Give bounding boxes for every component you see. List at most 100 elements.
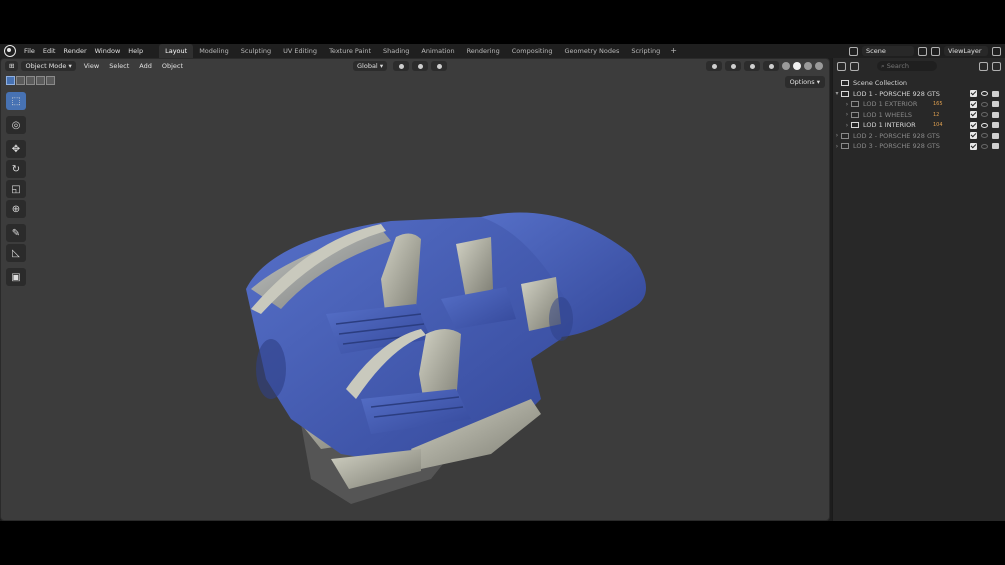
scale-tool-icon[interactable]: ◱ bbox=[6, 180, 26, 198]
collection-row[interactable]: › LOD 2 - PORSCHE 928 GTS bbox=[833, 131, 1005, 142]
add-cube-tool-icon[interactable]: ▣ bbox=[6, 268, 26, 286]
expand-chevron-icon[interactable]: › bbox=[843, 101, 851, 108]
expand-chevron-icon[interactable]: › bbox=[833, 132, 841, 139]
transform-tool-icon[interactable]: ⊕ bbox=[6, 200, 26, 218]
material-shading-icon[interactable] bbox=[804, 62, 812, 70]
expand-chevron-icon[interactable]: › bbox=[833, 143, 841, 150]
view-layer-field[interactable]: ViewLayer bbox=[944, 46, 988, 56]
viewport-shading bbox=[706, 61, 823, 71]
expand-chevron-icon[interactable]: › bbox=[843, 111, 851, 118]
tab-layout[interactable]: Layout bbox=[159, 44, 194, 58]
tab-geometry-nodes[interactable]: Geometry Nodes bbox=[559, 44, 626, 58]
outliner-editor-icon[interactable] bbox=[837, 61, 846, 71]
menu-object[interactable]: Object bbox=[157, 62, 188, 70]
tab-texture-paint[interactable]: Texture Paint bbox=[323, 44, 377, 58]
tab-scripting[interactable]: Scripting bbox=[625, 44, 666, 58]
new-collection-icon[interactable] bbox=[992, 61, 1001, 71]
gizmo-icon[interactable] bbox=[725, 61, 741, 71]
collection-row[interactable]: › LOD 3 - PORSCHE 928 GTS bbox=[833, 141, 1005, 152]
orientation-dropdown[interactable]: Global ▾ bbox=[353, 61, 388, 71]
tab-animation[interactable]: Animation bbox=[415, 44, 460, 58]
tab-sculpting[interactable]: Sculpting bbox=[235, 44, 277, 58]
cursor-tool-icon[interactable]: ◎ bbox=[6, 116, 26, 134]
include-checkbox[interactable] bbox=[970, 142, 977, 150]
pivot-icon[interactable] bbox=[393, 61, 410, 71]
visibility-icon[interactable] bbox=[706, 61, 722, 71]
scene-field[interactable]: Scene bbox=[862, 46, 914, 56]
snap-icon[interactable] bbox=[412, 61, 429, 71]
rendered-shading-icon[interactable] bbox=[815, 62, 823, 70]
select-new-icon[interactable] bbox=[6, 76, 15, 85]
viewport-header: ⊞ Object Mode ▾ View Select Add Object G… bbox=[1, 59, 829, 73]
select-subtract-icon[interactable] bbox=[26, 76, 35, 85]
camera-icon[interactable] bbox=[992, 90, 999, 97]
blender-logo-icon[interactable] bbox=[4, 45, 16, 57]
camera-icon[interactable] bbox=[992, 101, 999, 108]
add-workspace-button[interactable]: + bbox=[666, 44, 681, 58]
xray-icon[interactable] bbox=[763, 61, 779, 71]
eye-icon[interactable] bbox=[981, 143, 988, 149]
eye-icon[interactable] bbox=[981, 101, 988, 107]
eye-icon[interactable] bbox=[981, 122, 988, 128]
outliner-search-input[interactable]: ⌕ Search bbox=[877, 61, 937, 71]
menu-select[interactable]: Select bbox=[104, 62, 134, 70]
menu-add[interactable]: Add bbox=[134, 62, 157, 70]
camera-icon[interactable] bbox=[992, 122, 999, 129]
include-checkbox[interactable] bbox=[970, 111, 977, 119]
eye-icon[interactable] bbox=[981, 133, 988, 139]
expand-chevron-icon[interactable]: › bbox=[843, 122, 851, 129]
collection-row[interactable]: › LOD 1 INTERIOR 104 bbox=[833, 120, 1005, 131]
scene-icon[interactable] bbox=[849, 46, 858, 56]
outliner-panel: ⌕ Search Scene Collection ▾ LOD 1 - PORS… bbox=[832, 58, 1005, 521]
overlays-icon[interactable] bbox=[744, 61, 760, 71]
include-checkbox[interactable] bbox=[970, 121, 977, 129]
expand-chevron-icon[interactable]: ▾ bbox=[833, 90, 841, 97]
camera-icon[interactable] bbox=[992, 111, 999, 118]
annotate-tool-icon[interactable]: ✎ bbox=[6, 224, 26, 242]
car-interior-model[interactable] bbox=[231, 159, 651, 519]
filter-icon[interactable] bbox=[979, 61, 988, 71]
eye-icon[interactable] bbox=[981, 112, 988, 118]
collection-row[interactable]: ▾ LOD 1 - PORSCHE 928 GTS bbox=[833, 89, 1005, 100]
tab-modeling[interactable]: Modeling bbox=[193, 44, 235, 58]
menu-help[interactable]: Help bbox=[124, 44, 147, 58]
menu-view[interactable]: View bbox=[79, 62, 104, 70]
editor-type-button[interactable]: ⊞ bbox=[5, 61, 19, 71]
include-checkbox[interactable] bbox=[970, 90, 977, 98]
tab-compositing[interactable]: Compositing bbox=[506, 44, 559, 58]
move-tool-icon[interactable]: ✥ bbox=[6, 140, 26, 158]
menu-file[interactable]: File bbox=[20, 44, 39, 58]
tab-uv-editing[interactable]: UV Editing bbox=[277, 44, 323, 58]
tab-rendering[interactable]: Rendering bbox=[461, 44, 506, 58]
select-extend-icon[interactable] bbox=[16, 76, 25, 85]
3d-viewport[interactable]: ⊞ Object Mode ▾ View Select Add Object G… bbox=[0, 58, 830, 521]
camera-icon[interactable] bbox=[992, 143, 999, 150]
rotate-tool-icon[interactable]: ↻ bbox=[6, 160, 26, 178]
wireframe-shading-icon[interactable] bbox=[782, 62, 790, 70]
view-layer-icon[interactable] bbox=[931, 46, 940, 56]
tab-shading[interactable]: Shading bbox=[377, 44, 415, 58]
menu-edit[interactable]: Edit bbox=[39, 44, 60, 58]
eye-icon[interactable] bbox=[981, 91, 988, 97]
collection-icon bbox=[851, 101, 859, 108]
collection-row[interactable]: › LOD 1 EXTERIOR 165 bbox=[833, 99, 1005, 110]
scene-collection-row[interactable]: Scene Collection bbox=[833, 78, 1005, 89]
select-intersect-icon[interactable] bbox=[46, 76, 55, 85]
menu-window[interactable]: Window bbox=[91, 44, 125, 58]
collection-row[interactable]: › LOD 1 WHEELS 12 bbox=[833, 110, 1005, 121]
mode-dropdown[interactable]: Object Mode ▾ bbox=[21, 61, 76, 71]
display-mode-icon[interactable] bbox=[850, 61, 859, 71]
new-scene-icon[interactable] bbox=[918, 46, 927, 56]
include-checkbox[interactable] bbox=[970, 100, 977, 108]
select-invert-icon[interactable] bbox=[36, 76, 45, 85]
options-dropdown[interactable]: Options ▾ bbox=[784, 76, 825, 88]
solid-shading-icon[interactable] bbox=[793, 62, 801, 70]
include-checkbox[interactable] bbox=[970, 132, 977, 140]
scene-collection-label: Scene Collection bbox=[853, 79, 908, 88]
camera-icon[interactable] bbox=[992, 132, 999, 139]
select-box-tool-icon[interactable]: ⬚ bbox=[6, 92, 26, 110]
proportional-edit-icon[interactable] bbox=[431, 61, 448, 71]
measure-tool-icon[interactable]: ◺ bbox=[6, 244, 26, 262]
menu-render[interactable]: Render bbox=[59, 44, 90, 58]
new-view-layer-icon[interactable] bbox=[992, 46, 1001, 56]
